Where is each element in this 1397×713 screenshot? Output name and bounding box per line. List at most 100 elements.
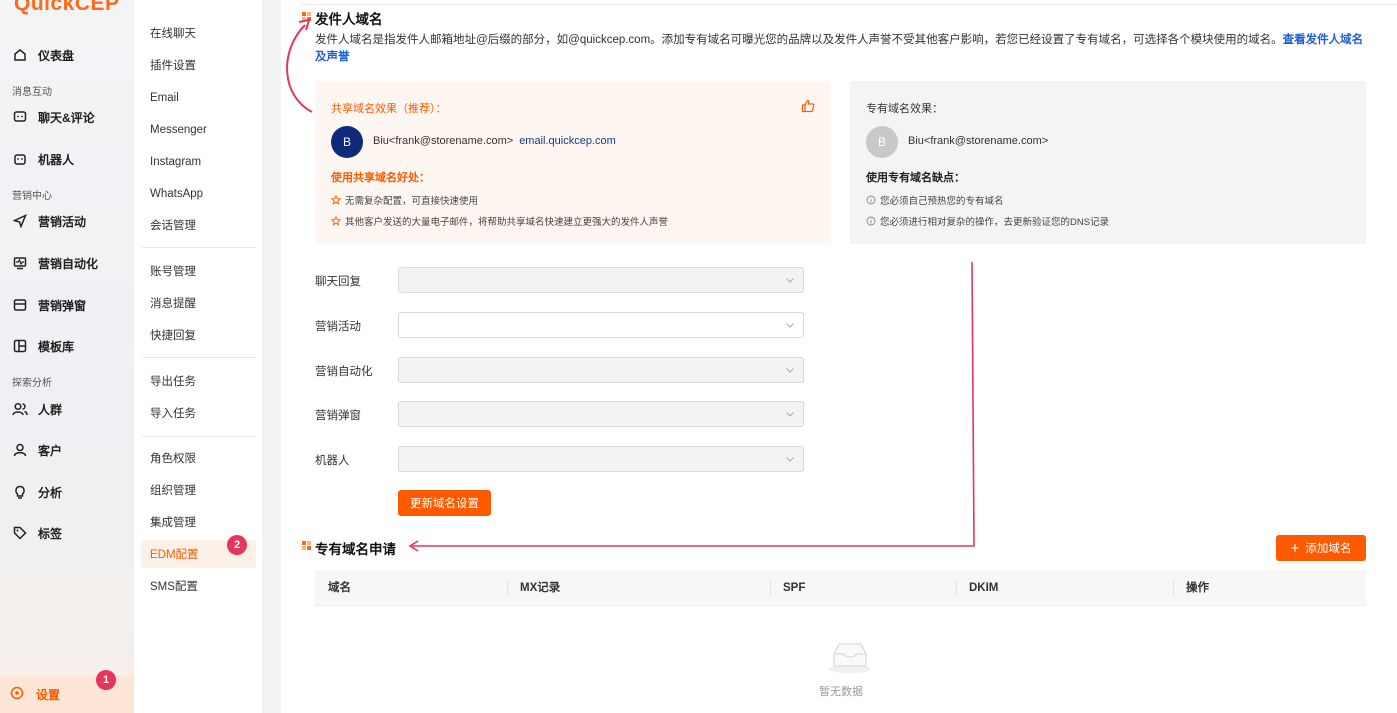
bulb-icon [12, 484, 28, 500]
drawback-text: 您必须自己预热您的专有域名 [880, 196, 1004, 207]
column-divider [956, 580, 957, 596]
shared-domain: email.quickcep.com [519, 135, 616, 147]
template-icon [12, 338, 28, 354]
subnav-item[interactable]: 角色权限 [150, 450, 196, 468]
subnav-item[interactable]: Email [150, 89, 179, 107]
benefit-title: 使用共享域名好处： [331, 172, 430, 184]
subnav-item[interactable]: WhatsApp [150, 185, 203, 203]
chevron-down-icon [786, 412, 794, 417]
nav-tags[interactable]: 标签 [12, 522, 62, 544]
nav-campaigns[interactable]: 营销活动 [12, 210, 86, 232]
section-icon [302, 12, 311, 21]
nav-chat[interactable]: 聊天&评论 [12, 106, 95, 128]
benefit-item: 其他客户发送的大量电子邮件，将帮助共享域名快速建立更强大的发件人声誉 [331, 214, 668, 228]
robot-label: 机器人 [315, 455, 350, 467]
info-icon [866, 216, 876, 226]
private-domain-card: 专有域名效果： B Biu<frank@storename.com> 使用专有域… [850, 81, 1366, 244]
info-icon [866, 195, 876, 205]
quickcep-logo[interactable]: QuickCEP [14, 0, 120, 16]
subnav-item[interactable]: Instagram [150, 153, 201, 171]
nav-robot[interactable]: 机器人 [12, 148, 74, 170]
chat-reply-label: 聊天回复 [315, 276, 361, 288]
column-header: SPF [783, 582, 806, 594]
subnav-item[interactable]: 导出任务 [150, 373, 196, 391]
shared-domain-card: 共享域名效果（推荐）： B Biu<frank@storename.com> em… [315, 81, 831, 244]
popup-domain-select[interactable] [398, 401, 804, 427]
nav-templates[interactable]: 模板库 [12, 335, 74, 357]
subnav-item[interactable]: 快捷回复 [150, 327, 196, 345]
nav-label: 客户 [38, 443, 63, 458]
avatar: B [331, 126, 363, 158]
nav-label: 人群 [38, 402, 63, 417]
popup-label: 营销弹窗 [315, 410, 361, 422]
column-divider [770, 580, 771, 596]
settings-icon [10, 686, 24, 703]
subnav-item[interactable]: 组织管理 [150, 482, 196, 500]
nav-audience[interactable]: 人群 [12, 398, 62, 420]
sender-preview: Biu<frank@storename.com> email.quickcep.c… [373, 135, 616, 147]
nav-label: 聊天&评论 [38, 110, 95, 125]
avatar: B [866, 126, 898, 158]
nav-dashboard[interactable]: 仪表盘 [12, 44, 74, 66]
popup-icon [12, 297, 28, 313]
campaign-label: 营销活动 [315, 321, 361, 333]
sender-domain-description: 发件人域名是指发件人邮箱地址@后缀的部分，如@quickcep.com。添加专有… [315, 32, 1370, 66]
nav-automation[interactable]: 营销自动化 [12, 252, 98, 274]
subnav-item-edm-active[interactable]: EDM配置 [150, 546, 199, 564]
nav-label: 仪表盘 [38, 48, 75, 63]
automation-domain-select[interactable] [398, 357, 804, 383]
description-text: 发件人域名是指发件人邮箱地址@后缀的部分，如@quickcep.com。添加专有… [315, 34, 1283, 46]
sender-address: Biu<frank@storename.com> [373, 135, 514, 147]
subnav-item[interactable]: 插件设置 [150, 57, 196, 75]
robot-domain-select[interactable] [398, 446, 804, 472]
subnav-divider [142, 436, 256, 437]
private-card-title: 专有域名效果： [866, 103, 943, 115]
home-icon [12, 47, 28, 63]
automation-label: 营销自动化 [315, 366, 373, 378]
chat-icon [12, 109, 28, 125]
tag-icon [12, 525, 28, 541]
top-divider [301, 4, 1397, 5]
nav-group-label: 探索分析 [12, 378, 52, 389]
nav-group-label: 消息互动 [12, 87, 52, 98]
nav-label: 机器人 [38, 152, 75, 167]
main-sidebar: QuickCEP 仪表盘 消息互动 聊天&评论 机器人 营销中心 营销活动 营销… [0, 0, 134, 713]
content-gutter [262, 0, 281, 713]
nav-label: 模板库 [38, 339, 75, 354]
nav-customers[interactable]: 客户 [12, 439, 62, 461]
nav-label: 营销活动 [38, 214, 87, 229]
column-divider [1173, 580, 1174, 596]
benefit-text: 无需复杂配置，可直接快速使用 [345, 196, 479, 207]
thumbs-up-icon [801, 99, 815, 113]
settings-subnav: 在线聊天 插件设置 Email Messenger Instagram What… [134, 0, 262, 713]
empty-text: 暂无数据 [819, 686, 863, 698]
nav-popups[interactable]: 营销弹窗 [12, 294, 86, 316]
users-icon [12, 401, 28, 417]
benefit-text: 其他客户发送的大量电子邮件，将帮助共享域名快速建立更强大的发件人声誉 [345, 217, 669, 228]
update-domain-settings-button[interactable]: 更新域名设置 [398, 490, 491, 516]
drawback-item: 您必须自己预热您的专有域名 [866, 193, 1004, 207]
drawback-item: 您必须进行相对复杂的操作，去更新验证您的DNS记录 [866, 214, 1109, 228]
subnav-item[interactable]: 会话管理 [150, 217, 196, 235]
chevron-down-icon [786, 368, 794, 373]
add-domain-button[interactable]: + 添加域名 [1276, 535, 1366, 561]
column-header: MX记录 [520, 582, 561, 594]
nav-group-label: 营销中心 [12, 191, 52, 202]
sender-preview: Biu<frank@storename.com> [908, 135, 1048, 147]
chat-reply-domain-select[interactable] [398, 267, 804, 293]
subnav-item[interactable]: 在线聊天 [150, 25, 196, 43]
subnav-item[interactable]: 集成管理 [150, 514, 196, 532]
subnav-item[interactable]: SMS配置 [150, 578, 198, 596]
sender-domain-title: 发件人域名 [315, 12, 383, 27]
nav-analytics[interactable]: 分析 [12, 481, 62, 503]
subnav-item[interactable]: 消息提醒 [150, 295, 196, 313]
subnav-item[interactable]: Messenger [150, 121, 207, 139]
subnav-item[interactable]: 账号管理 [150, 263, 196, 281]
column-header: 域名 [328, 582, 351, 594]
annotation-badge-2: 2 [227, 535, 247, 555]
campaign-domain-select[interactable] [398, 312, 804, 338]
column-header: DKIM [969, 582, 999, 594]
subnav-item[interactable]: 导入任务 [150, 405, 196, 423]
nav-settings-label: 设置 [36, 688, 61, 702]
domain-table-header: 域名 MX记录 SPF DKIM 操作 [315, 570, 1366, 606]
